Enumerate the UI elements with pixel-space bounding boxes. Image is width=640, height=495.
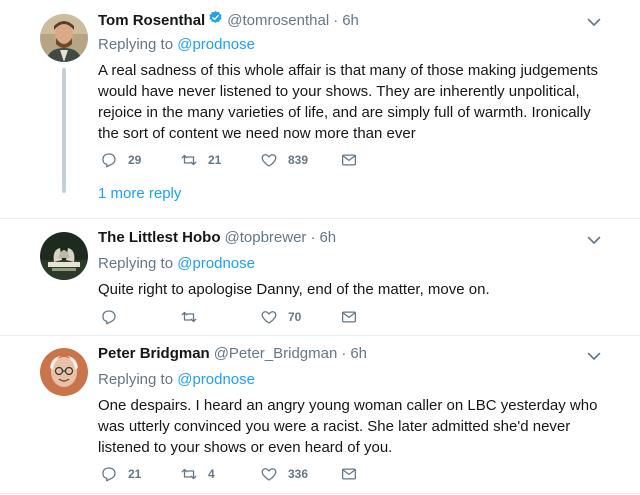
tweet-actions: 70 [100, 307, 420, 327]
direct-message-icon [341, 311, 357, 323]
direct-message-icon [341, 468, 357, 480]
retweet-icon [181, 311, 197, 323]
like-count: 70 [288, 310, 302, 324]
retweet-button[interactable] [180, 308, 260, 326]
tweet-divider [0, 493, 640, 494]
retweet-button[interactable]: 4 [180, 465, 260, 483]
avatar-peter-bridgman-image [40, 348, 88, 396]
like-icon [261, 311, 277, 324]
direct-message-button[interactable] [340, 151, 420, 169]
tweet-content: Peter Bridgman @Peter_Bridgman · 6h Repl… [98, 345, 600, 458]
retweet-count: 21 [208, 153, 222, 167]
thread-connector-line [62, 68, 66, 193]
direct-message-button[interactable] [340, 465, 420, 483]
chevron-down-icon[interactable] [586, 232, 602, 248]
replying-to-label: Replying to [98, 36, 178, 53]
reply-count: 21 [128, 467, 142, 481]
replying-to-handle-link[interactable]: @prodnose [177, 36, 255, 53]
author-name[interactable]: Peter Bridgman [98, 345, 210, 362]
replying-to: Replying to @prodnose [98, 36, 600, 56]
reply-button[interactable]: 21 [100, 465, 180, 483]
verified-badge-icon [209, 10, 222, 23]
replying-to: Replying to @prodnose [98, 371, 600, 391]
direct-message-button[interactable] [340, 308, 420, 326]
avatar-the-littlest-hobo[interactable] [40, 232, 88, 280]
like-icon [261, 468, 277, 481]
author-name[interactable]: The Littlest Hobo [98, 229, 221, 246]
tweet-timestamp[interactable]: 6h [319, 229, 336, 246]
tweet-peter-bridgman[interactable]: Peter Bridgman @Peter_Bridgman · 6h Repl… [0, 335, 640, 495]
tweet-actions: 29 21 839 [100, 150, 420, 170]
tweet-header: Peter Bridgman @Peter_Bridgman · 6h [98, 345, 600, 367]
like-count: 336 [288, 467, 309, 481]
direct-message-icon [341, 154, 357, 166]
chevron-down-icon[interactable] [586, 14, 602, 30]
reply-count: 29 [128, 153, 142, 167]
tweet-actions: 21 4 336 [100, 464, 420, 484]
tweet-text: A real sadness of this whole affair is t… [98, 62, 598, 142]
replying-to-handle-link[interactable]: @prodnose [177, 371, 255, 388]
author-handle[interactable]: @Peter_Bridgman [214, 345, 338, 362]
reply-icon [102, 467, 116, 482]
reply-feed: Tom Rosenthal @tomrosenthal · 6h Replyin… [0, 0, 640, 495]
replying-to-label: Replying to [98, 255, 178, 272]
separator-dot: · [310, 229, 316, 246]
like-button[interactable]: 336 [260, 465, 340, 483]
replying-to: Replying to @prodnose [98, 255, 600, 275]
tweet-the-littlest-hobo[interactable]: The Littlest Hobo @topbrewer · 6h Replyi… [0, 219, 640, 335]
like-button[interactable]: 839 [260, 151, 340, 169]
tweet-header: Tom Rosenthal @tomrosenthal · 6h [98, 10, 600, 32]
tweet-text: Quite right to apologise Danny, end of t… [98, 281, 490, 298]
retweet-icon [181, 154, 197, 166]
author-handle[interactable]: @topbrewer [225, 229, 307, 246]
replying-to-label: Replying to [98, 371, 178, 388]
tweet-timestamp[interactable]: 6h [342, 12, 359, 29]
avatar-tom-rosenthal-image [40, 14, 88, 62]
tweet-content: Tom Rosenthal @tomrosenthal · 6h Replyin… [98, 10, 600, 144]
tweet-header: The Littlest Hobo @topbrewer · 6h [98, 229, 600, 251]
like-count: 839 [288, 153, 309, 167]
tweet-timestamp[interactable]: 6h [350, 345, 367, 362]
reply-icon [102, 153, 116, 168]
retweet-count: 4 [208, 467, 215, 481]
tweet-content: The Littlest Hobo @topbrewer · 6h Replyi… [98, 229, 600, 300]
chevron-down-icon[interactable] [586, 348, 602, 364]
avatar-tom-rosenthal[interactable] [40, 14, 88, 62]
replying-to-handle-link[interactable]: @prodnose [177, 255, 255, 272]
separator-dot: · [341, 345, 347, 362]
tweet-tom-rosenthal[interactable]: Tom Rosenthal @tomrosenthal · 6h Replyin… [0, 0, 640, 219]
reply-button[interactable] [100, 308, 180, 326]
reply-icon [102, 310, 116, 325]
author-handle[interactable]: @tomrosenthal [227, 12, 329, 29]
avatar-peter-bridgman[interactable] [40, 348, 88, 396]
like-icon [261, 154, 277, 167]
show-more-replies-link[interactable]: 1 more reply [98, 185, 181, 202]
avatar-the-littlest-hobo-image [40, 232, 88, 280]
retweet-icon [181, 468, 197, 480]
tweet-text: One despairs. I heard an angry young wom… [98, 397, 598, 456]
separator-dot: · [333, 12, 339, 29]
like-button[interactable]: 70 [260, 308, 340, 326]
author-name[interactable]: Tom Rosenthal [98, 12, 205, 29]
reply-button[interactable]: 29 [100, 151, 180, 169]
retweet-button[interactable]: 21 [180, 151, 260, 169]
